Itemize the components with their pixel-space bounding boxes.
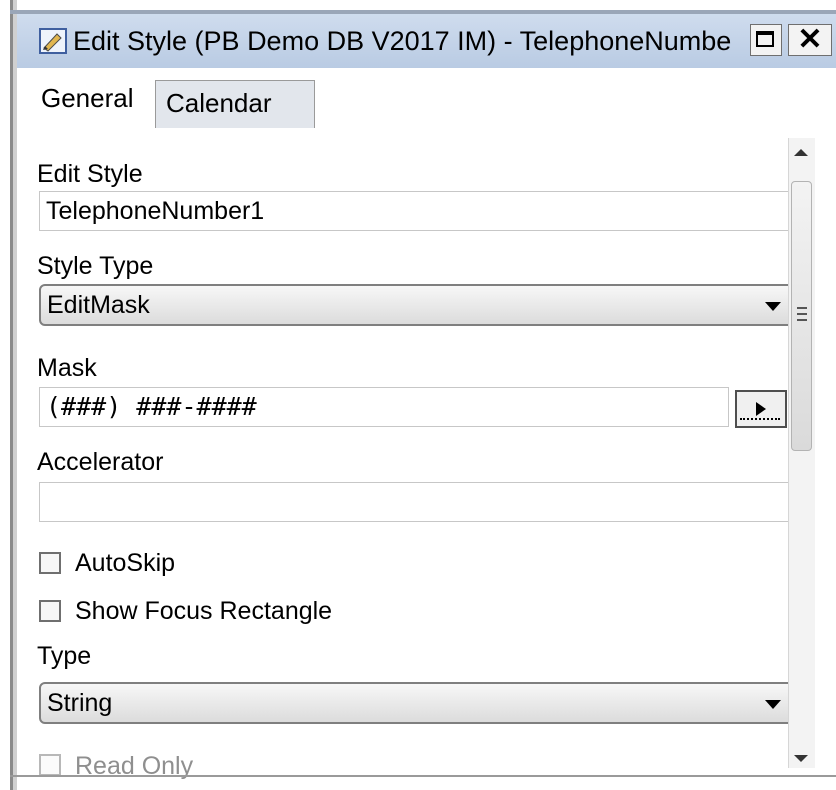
properties-panel: Edit Style TelephoneNumber1 Style Type E… xyxy=(17,128,836,790)
type-label: Type xyxy=(37,642,92,670)
scroll-up-arrow-icon[interactable] xyxy=(794,149,808,156)
mask-label: Mask xyxy=(37,354,97,382)
chevron-down-icon xyxy=(765,700,781,709)
maximize-button[interactable] xyxy=(750,24,782,56)
bottom-border xyxy=(10,775,836,777)
accelerator-input[interactable] xyxy=(39,482,797,522)
style-type-label: Style Type xyxy=(37,252,154,280)
chevron-down-icon xyxy=(765,302,781,311)
tab-calendar[interactable]: Calendar xyxy=(155,80,315,128)
mask-input[interactable]: (###) ###-#### xyxy=(39,387,729,427)
show-focus-rectangle-checkbox[interactable] xyxy=(39,600,61,622)
read-only-checkbox[interactable] xyxy=(39,754,61,776)
scrollbar-grip-icon xyxy=(797,307,807,321)
tab-bar: General Calendar xyxy=(17,68,836,129)
edit-style-label: Edit Style xyxy=(37,160,143,188)
window-title: Edit Style (PB Demo DB V2017 IM) - Telep… xyxy=(73,26,732,56)
autoskip-label: AutoSkip xyxy=(75,549,176,577)
autoskip-checkbox[interactable] xyxy=(39,552,61,574)
style-type-select[interactable]: EditMask xyxy=(39,284,797,326)
tab-general[interactable]: General xyxy=(31,74,144,122)
type-select[interactable]: String xyxy=(39,682,797,724)
style-type-value: EditMask xyxy=(47,291,150,319)
scroll-down-arrow-icon[interactable] xyxy=(794,755,808,762)
title-bar: Edit Style (PB Demo DB V2017 IM) - Telep… xyxy=(17,14,836,69)
type-value: String xyxy=(47,689,113,717)
accelerator-label: Accelerator xyxy=(37,448,164,476)
edit-style-input[interactable]: TelephoneNumber1 xyxy=(39,191,797,231)
show-focus-rectangle-label: Show Focus Rectangle xyxy=(75,597,333,625)
edit-style-icon xyxy=(39,28,67,54)
close-button[interactable]: ✕ xyxy=(788,24,832,56)
mask-picker-button[interactable] xyxy=(735,390,787,428)
